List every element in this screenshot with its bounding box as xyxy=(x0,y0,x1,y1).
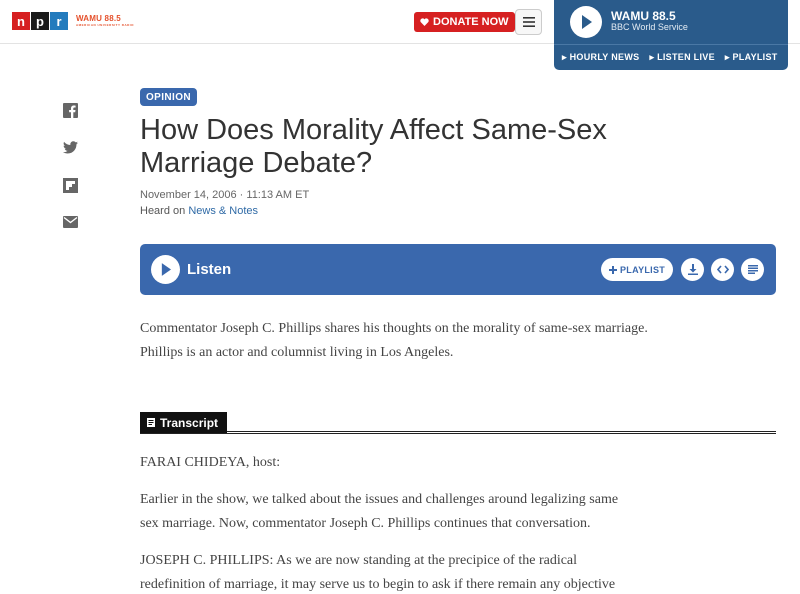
play-icon xyxy=(161,263,171,276)
player-link-label: HOURLY NEWS xyxy=(569,52,640,62)
donate-label: DONATE NOW xyxy=(433,16,509,28)
transcript-label: Transcript xyxy=(160,415,219,430)
article-date: November 14, 2006 · 11:13 AM ET xyxy=(140,189,310,201)
npr-logo-r: r xyxy=(50,12,68,30)
email-share-button[interactable] xyxy=(62,214,78,230)
flipboard-icon xyxy=(62,177,78,193)
transcript-paragraph: JOSEPH C. PHILLIPS: As we are now standi… xyxy=(140,553,616,592)
facebook-icon xyxy=(62,102,78,118)
transcript-paragraph: Earlier in the show, we talked about the… xyxy=(140,492,619,531)
player-link-listen-live[interactable]: ▸ LISTEN LIVE xyxy=(649,52,714,63)
listen-label[interactable]: Listen xyxy=(187,261,231,278)
player-links: ▸ HOURLY NEWS ▸ LISTEN LIVE ▸ PLAYLIST xyxy=(554,44,788,70)
opinion-tag[interactable]: OPINION xyxy=(140,88,198,106)
audio-player-bar: Listen PLAYLIST xyxy=(140,244,776,295)
play-icon xyxy=(582,15,592,29)
flipboard-share-button[interactable] xyxy=(62,177,78,193)
station-logo-tagline: AMERICAN UNIVERSITY RADIO xyxy=(76,23,134,27)
transcript-tab: Transcript xyxy=(140,412,228,433)
add-to-playlist-button[interactable]: PLAYLIST xyxy=(601,258,674,281)
embed-icon xyxy=(716,265,729,274)
player-play-button[interactable] xyxy=(570,6,602,38)
download-icon xyxy=(687,264,698,275)
transcript-button[interactable] xyxy=(741,258,764,281)
transcript-icon xyxy=(747,265,758,274)
menu-button[interactable] xyxy=(515,9,542,35)
station-logo[interactable]: WAMU 88.5 AMERICAN UNIVERSITY RADIO xyxy=(76,15,134,27)
donate-button[interactable]: DONATE NOW xyxy=(414,12,515,32)
player-station-name: WAMU 88.5 xyxy=(611,9,676,23)
npr-logo-n: n xyxy=(12,12,30,30)
transcript-header: Transcript xyxy=(140,412,776,434)
heard-on-prefix: Heard on xyxy=(140,205,189,217)
page-title: How Does Morality Affect Same-Sex Marria… xyxy=(140,114,607,179)
summary-line: Phillips is an actor and columnist livin… xyxy=(140,345,454,360)
listen-play-button[interactable] xyxy=(151,255,180,284)
transcript-paragraph: FARAI CHIDEYA, host: xyxy=(140,455,281,470)
heard-on: Heard on News & Notes xyxy=(140,205,258,217)
heart-icon xyxy=(420,18,429,26)
email-icon xyxy=(62,216,78,228)
playlist-label: PLAYLIST xyxy=(620,264,666,275)
twitter-icon xyxy=(62,140,78,153)
player-link-label: PLAYLIST xyxy=(732,52,778,62)
player-link-hourly-news[interactable]: ▸ HOURLY NEWS xyxy=(562,52,639,63)
embed-button[interactable] xyxy=(711,258,734,281)
facebook-share-button[interactable] xyxy=(62,102,78,118)
summary-line: Commentator Joseph C. Phillips shares hi… xyxy=(140,321,648,336)
plus-icon xyxy=(609,265,617,274)
npr-logo[interactable]: n p r xyxy=(12,12,69,30)
station-player: WAMU 88.5 BBC World Service ▸ HOURLY NEW… xyxy=(554,0,788,70)
player-program: BBC World Service xyxy=(611,22,688,32)
hamburger-icon xyxy=(522,17,535,27)
download-button[interactable] xyxy=(681,258,704,281)
station-logo-text: WAMU 88.5 xyxy=(76,14,121,23)
twitter-share-button[interactable] xyxy=(62,139,78,155)
npr-logo-p: p xyxy=(31,12,49,30)
player-link-label: LISTEN LIVE xyxy=(657,52,715,62)
document-icon xyxy=(147,418,155,427)
player-link-playlist[interactable]: ▸ PLAYLIST xyxy=(725,52,778,63)
heard-on-program-link[interactable]: News & Notes xyxy=(188,205,258,217)
article-summary: Commentator Joseph C. Phillips shares hi… xyxy=(140,317,660,365)
